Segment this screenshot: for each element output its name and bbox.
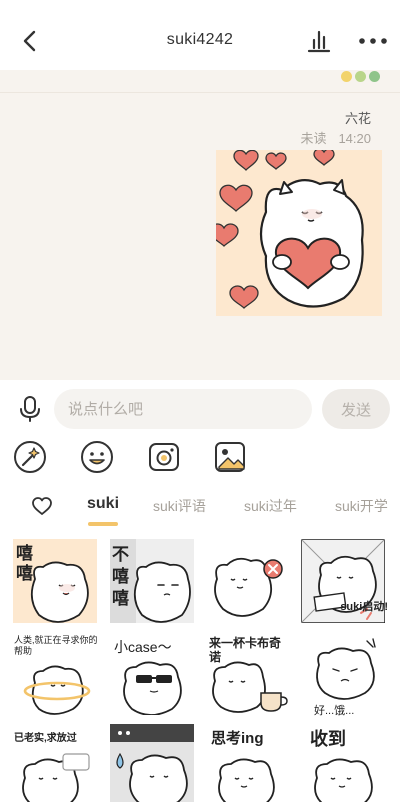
chat-title: suki4242: [166, 31, 234, 48]
tab-suki-new-year[interactable]: suki过年: [244, 496, 297, 516]
active-tab-indicator: [88, 522, 118, 526]
sticker-caption-seek-help: 人类,就正在寻求你的帮助: [14, 635, 98, 656]
magic-wand-icon[interactable]: [13, 440, 47, 474]
sticker-caption-not-xixi: 不嘻嘻: [112, 545, 129, 608]
sticker-caption-thinking: 思考ing: [211, 730, 264, 747]
status-dot-lightgreen: [355, 71, 366, 82]
top-bar: suki4242: [0, 0, 400, 80]
sticker-tabs: suki suki评语 suki过年 suki开学: [0, 488, 400, 528]
emoji-smile-icon[interactable]: [80, 440, 114, 474]
chat-divider: [0, 92, 400, 93]
message-sender: 六花: [344, 111, 371, 126]
status-dots: [341, 71, 380, 82]
bar-chart-icon[interactable]: [305, 27, 333, 55]
more-dots-icon[interactable]: [357, 34, 389, 48]
tab-suki-school[interactable]: suki开学: [335, 496, 388, 516]
sticker-caption-suki-start: suki启动!: [340, 601, 388, 613]
camera-icon[interactable]: [147, 440, 181, 474]
sticker-cat-forbidden[interactable]: [207, 539, 291, 623]
tab-suki[interactable]: suki: [87, 495, 119, 513]
image-icon[interactable]: [213, 440, 247, 474]
status-dot-green: [369, 71, 380, 82]
cat-holding-heart-sticker[interactable]: [216, 150, 382, 316]
sticker-grid: 嘻嘻 不嘻嘻 suki启动! 人类,就正在寻求你的帮助 小case～ 来一杯卡布…: [0, 536, 400, 802]
read-status: 未读: [300, 131, 327, 146]
message-meta: 未读 14:20: [300, 128, 371, 147]
message-input[interactable]: [54, 389, 312, 429]
message-time: 14:20: [338, 131, 371, 146]
sticker-caption-received: 收到: [310, 729, 346, 749]
sticker-caption-xixi: 嘻嘻: [16, 544, 33, 583]
sticker-caption-behave: 已老实,求放过: [14, 733, 77, 744]
sticker-cat-sweat[interactable]: [110, 724, 194, 802]
tab-suki-comments[interactable]: suki评语: [153, 496, 206, 516]
send-button[interactable]: 发送: [322, 389, 390, 429]
sticker-caption-hungry: 好...饿...: [314, 705, 355, 717]
sticker-caption-small-case: 小case～: [114, 639, 172, 655]
microphone-icon[interactable]: [18, 395, 42, 423]
heart-icon[interactable]: [31, 496, 53, 516]
sticker-caption-cappuccino: 来一杯卡布奇诺: [209, 636, 282, 664]
status-dot-yellow: [341, 71, 352, 82]
